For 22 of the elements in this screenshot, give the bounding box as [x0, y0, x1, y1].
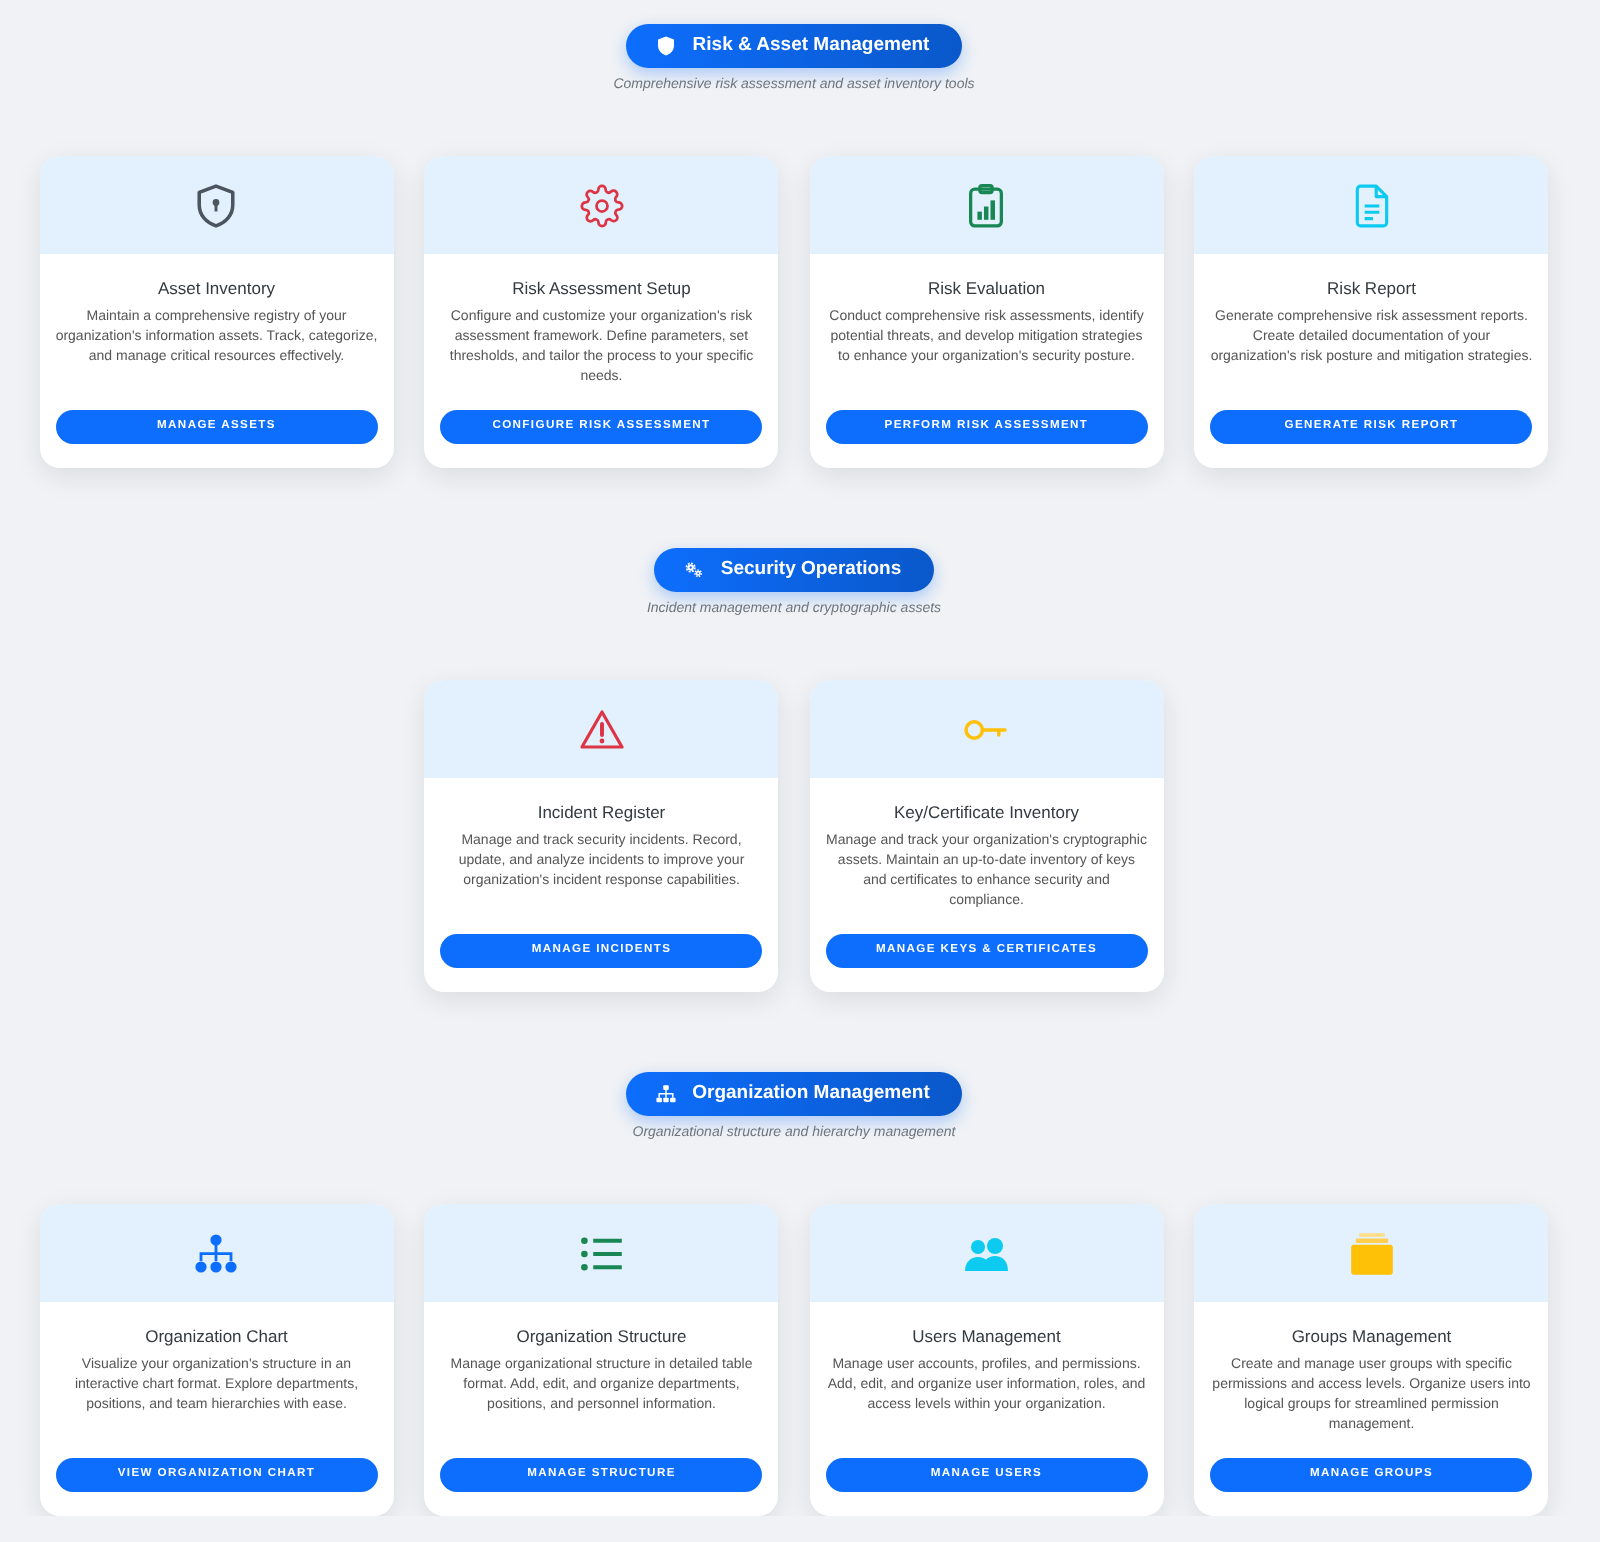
card-title: Users Management	[912, 1326, 1061, 1348]
warning-icon	[579, 707, 624, 751]
gear-icon	[579, 183, 624, 227]
hierarchy-icon	[656, 1084, 677, 1104]
card-title: Risk Assessment Setup	[512, 278, 691, 300]
card-title: Groups Management	[1291, 1326, 1452, 1348]
card-title: Organization Chart	[145, 1326, 288, 1348]
clipboard-chart-icon	[964, 183, 1009, 227]
section-title: Security Operations	[720, 558, 902, 582]
shield-keyhole-icon	[194, 183, 239, 227]
section-title: Risk & Asset Management	[692, 34, 930, 58]
card-title: Risk Evaluation	[927, 278, 1046, 300]
card-title: Risk Report	[1327, 278, 1416, 300]
gears-icon	[684, 560, 705, 580]
hierarchy-icon	[194, 1231, 239, 1275]
card-title: Asset Inventory	[157, 278, 276, 300]
shield-icon	[656, 36, 677, 56]
card-title: Incident Register	[537, 802, 666, 824]
card-title: Key/Certificate Inventory	[893, 802, 1080, 824]
section-title: Organization Management	[692, 1082, 930, 1106]
stacked-folders-icon	[1349, 1231, 1394, 1275]
card-title: Organization Structure	[516, 1326, 687, 1348]
